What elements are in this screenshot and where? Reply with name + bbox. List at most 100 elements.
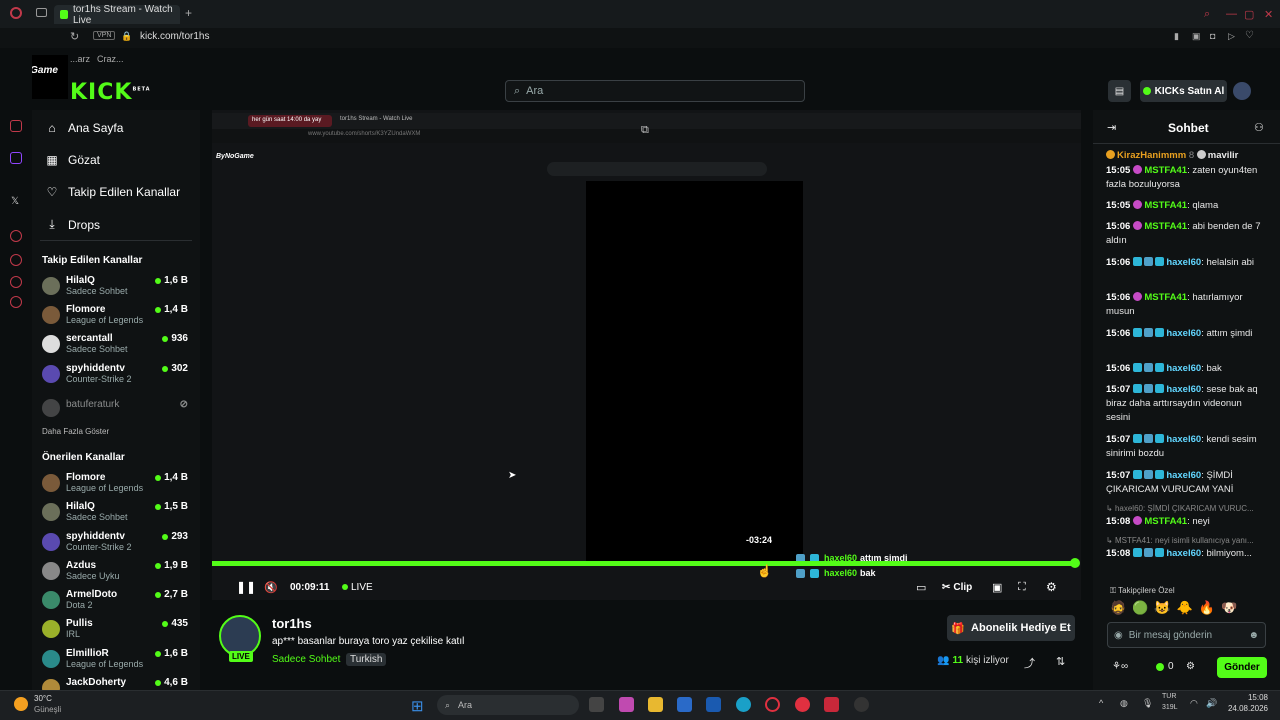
bookmark-item[interactable]: ...arz — [70, 54, 90, 64]
channel-name[interactable]: tor1hs — [272, 616, 312, 631]
emoji-icon[interactable]: ☻ — [1248, 630, 1259, 641]
mic-icon[interactable]: 🎙 — [1142, 698, 1153, 709]
search-icon: ⌕ — [445, 699, 451, 710]
outlook-icon[interactable] — [706, 697, 721, 712]
opera-taskbar-icon[interactable] — [765, 697, 780, 712]
popout-icon[interactable]: ⧉ — [641, 124, 649, 137]
minimize-icon[interactable]: — — [1226, 8, 1237, 20]
gift-sub-button[interactable]: 🎁 Abonelik Hediye Et — [947, 615, 1075, 641]
recommended-channel[interactable]: ArmelDoto Dota 2 2,7 B — [42, 589, 190, 615]
recommended-channel[interactable]: spyhiddentv Counter-Strike 2 293 — [42, 531, 190, 557]
emote-bar[interactable]: 🧔 🟢 😺 🐥 🔥 🐶 — [1110, 600, 1237, 616]
nav-drops[interactable]: ⤓ Drops — [46, 217, 100, 232]
live-indicator[interactable]: LIVE — [342, 582, 373, 593]
opera-gx-icon[interactable] — [824, 697, 839, 712]
followed-channel-flomore[interactable]: Flomore League of Legends 1,4 B — [42, 304, 190, 330]
rewards-icon[interactable]: ⚘∞ — [1112, 661, 1128, 672]
recommended-channel[interactable]: ElmillioR League of Legends 1,6 B — [42, 648, 190, 674]
progress-knob[interactable] — [1070, 558, 1080, 568]
windows-start-icon[interactable]: ⊞ — [411, 697, 424, 715]
more-options-icon[interactable]: ⇅ — [1056, 655, 1065, 668]
language-indicator[interactable]: TUR — [1162, 693, 1176, 700]
recommended-channel[interactable]: Pullis IRL 435 — [42, 618, 190, 644]
player-sidebar-icon[interactable] — [10, 230, 22, 242]
clock-date[interactable]: 24.08.2026 — [1222, 704, 1268, 713]
kick-logo[interactable]: KICKBETA — [70, 80, 151, 105]
pinboard-icon[interactable] — [10, 276, 22, 288]
settings-gear-icon[interactable]: ⚙ — [1186, 661, 1195, 672]
opera-logo-icon[interactable] — [10, 7, 22, 19]
weather-icon[interactable] — [14, 697, 28, 711]
mute-icon[interactable]: 🔇 — [264, 581, 278, 594]
recommended-channel[interactable]: Azdus Sadece Uyku 1,9 B — [42, 560, 190, 586]
followed-channel-hilalq[interactable]: HilalQ Sadece Sohbet 1,6 B — [42, 275, 190, 301]
nav-home[interactable]: ⌂ Ana Sayfa — [46, 121, 123, 135]
stream-category[interactable]: Sadece Sohbet — [272, 654, 340, 665]
messenger-icon[interactable] — [10, 120, 22, 132]
collapse-chat-icon[interactable]: ⇥ — [1107, 121, 1116, 134]
recommended-channel[interactable]: Flomore League of Legends 1,4 B — [42, 472, 190, 498]
recorder-icon[interactable] — [795, 697, 810, 712]
miniplayer-icon[interactable]: ▣ — [992, 581, 1002, 594]
user-avatar[interactable] — [1233, 82, 1251, 100]
search-tabs-icon[interactable]: ⌕ — [1204, 8, 1210, 21]
obs-icon[interactable] — [854, 697, 869, 712]
settings-icon[interactable] — [10, 296, 22, 308]
recommended-channel[interactable]: JackDoherty 4,6 B — [42, 677, 190, 690]
chat-message: 15:07 haxel60: sese bak aq biraz daha art… — [1106, 384, 1258, 423]
language-tag[interactable]: Turkish — [346, 653, 387, 666]
tray-chevron-icon[interactable]: ^ — [1099, 698, 1103, 708]
volume-icon[interactable]: 🔊 — [1206, 698, 1217, 709]
live-dot-icon — [162, 620, 169, 627]
nav-following[interactable]: ♡ Takip Edilen Kanallar — [46, 185, 180, 199]
new-tab-icon[interactable]: + — [185, 6, 192, 20]
snapshot-icon[interactable]: ▣ — [1192, 31, 1201, 42]
show-more-link[interactable]: Daha Fazla Göster — [42, 427, 109, 436]
clock-time[interactable]: 15:08 — [1222, 693, 1268, 702]
pause-icon[interactable]: ❚❚ — [236, 580, 256, 594]
fullscreen-icon[interactable]: ⛶ — [1018, 581, 1026, 594]
tab-menu-icon[interactable] — [36, 8, 47, 17]
recommended-channel[interactable]: HilalQ Sadece Sohbet 1,5 B — [42, 501, 190, 527]
close-window-icon[interactable]: ✕ — [1264, 8, 1273, 21]
share-icon[interactable]: ⤴ — [1024, 655, 1035, 671]
settings-gear-icon[interactable]: ⚙ — [1046, 580, 1057, 594]
store-icon[interactable] — [677, 697, 692, 712]
history-icon[interactable] — [10, 254, 22, 266]
bookmark-icon[interactable]: ▮ — [1174, 31, 1179, 42]
reload-icon[interactable]: ↻ — [70, 30, 79, 43]
followed-channel-spyhiddentv[interactable]: spyhiddentv Counter-Strike 2 302 — [42, 363, 190, 389]
x-twitter-icon[interactable]: 𝕏 — [11, 196, 19, 207]
bookmark-item[interactable]: Craz... — [97, 54, 124, 64]
chat-message-input[interactable]: ◉ Bir mesaj gönderin ☻ — [1107, 622, 1266, 648]
twitch-icon[interactable] — [10, 152, 22, 164]
chat-settings-icon[interactable]: ◉ — [1114, 630, 1123, 641]
browse-toggle-icon[interactable]: ▤ — [1108, 80, 1131, 102]
task-view-icon[interactable] — [589, 697, 604, 712]
nav-browse[interactable]: ▦ Gözat — [46, 153, 100, 167]
kicks-balance[interactable]: 0 — [1156, 661, 1174, 672]
kicks-buy-button[interactable]: KICKs Satın Al — [1140, 80, 1227, 102]
send-button[interactable]: Gönder — [1217, 657, 1267, 678]
theater-mode-icon[interactable]: ▭ — [916, 581, 926, 594]
followed-channel-offline[interactable]: batuferaturk ⊘ — [42, 397, 190, 423]
reply-preview[interactable]: ↳ haxel60: ŞİMDİ ÇIKARICAM VURUC... — [1106, 504, 1266, 513]
copilot-icon[interactable] — [619, 697, 634, 712]
followed-channel-sercantall[interactable]: sercantall Sadece Sohbet 936 — [42, 333, 190, 359]
reply-preview[interactable]: ↳ MSTFA41: neyi isimli kullanıcıya yanı.… — [1106, 536, 1266, 545]
browser-tab[interactable]: tor1hs Stream - Watch Live — [54, 4, 180, 26]
maximize-icon[interactable]: ▢ — [1244, 8, 1254, 21]
search-input[interactable]: ⌕ Ara — [505, 80, 805, 102]
edge-icon[interactable] — [736, 697, 751, 712]
file-explorer-icon[interactable] — [648, 697, 663, 712]
taskbar-search[interactable]: ⌕ Ara — [437, 695, 579, 715]
url-field[interactable]: kick.com/tor1hs — [140, 31, 209, 42]
network-icon[interactable]: ◍ — [1120, 698, 1128, 709]
chat-users-icon[interactable]: ⚇ — [1254, 121, 1264, 134]
wifi-icon[interactable]: ◠ — [1190, 698, 1198, 709]
heart-icon[interactable]: ♡ — [1245, 30, 1254, 41]
shield-icon[interactable]: ◘ — [1210, 31, 1215, 41]
player-icon[interactable]: ▷ — [1228, 31, 1235, 42]
clip-button[interactable]: ✂ Clip — [942, 582, 972, 593]
vpn-badge[interactable]: VPN — [93, 31, 116, 40]
